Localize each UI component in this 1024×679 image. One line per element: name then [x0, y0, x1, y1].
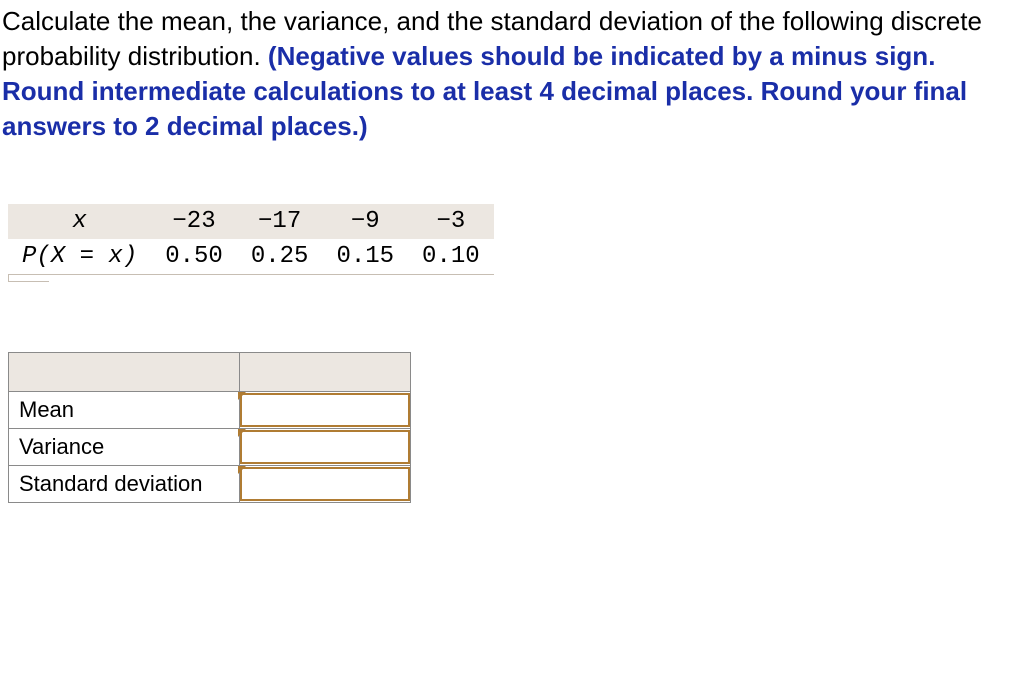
p-value: 0.50 [151, 239, 237, 275]
distribution-table: x −23 −17 −9 −3 P(X = x) 0.50 0.25 0.15 … [8, 204, 494, 275]
answer-label-mean: Mean [9, 392, 240, 429]
x-value: −3 [408, 204, 494, 239]
answer-label-stddev: Standard deviation [9, 466, 240, 503]
mean-input[interactable] [240, 393, 410, 427]
p-label: P(X = x) [8, 239, 151, 275]
stddev-input[interactable] [240, 467, 410, 501]
input-marker-icon [238, 392, 246, 400]
table-row-x: x −23 −17 −9 −3 [8, 204, 494, 239]
answer-label-variance: Variance [9, 429, 240, 466]
p-value: 0.25 [237, 239, 323, 275]
input-marker-icon [238, 429, 246, 437]
p-value: 0.15 [322, 239, 408, 275]
table-row: Mean [9, 392, 411, 429]
x-value: −9 [322, 204, 408, 239]
x-label: x [8, 204, 151, 239]
x-value: −23 [151, 204, 237, 239]
table-row-p: P(X = x) 0.50 0.25 0.15 0.10 [8, 239, 494, 275]
p-value: 0.10 [408, 239, 494, 275]
input-marker-icon [238, 466, 246, 474]
answer-header-blank [240, 353, 411, 392]
x-value: −17 [237, 204, 323, 239]
answer-table: Mean Variance Standard deviation [8, 352, 411, 503]
question-text: Calculate the mean, the variance, and th… [0, 0, 1024, 144]
answer-header-blank [9, 353, 240, 392]
table-tick-decoration [8, 275, 49, 282]
table-row: Variance [9, 429, 411, 466]
table-row: Standard deviation [9, 466, 411, 503]
variance-input[interactable] [240, 430, 410, 464]
